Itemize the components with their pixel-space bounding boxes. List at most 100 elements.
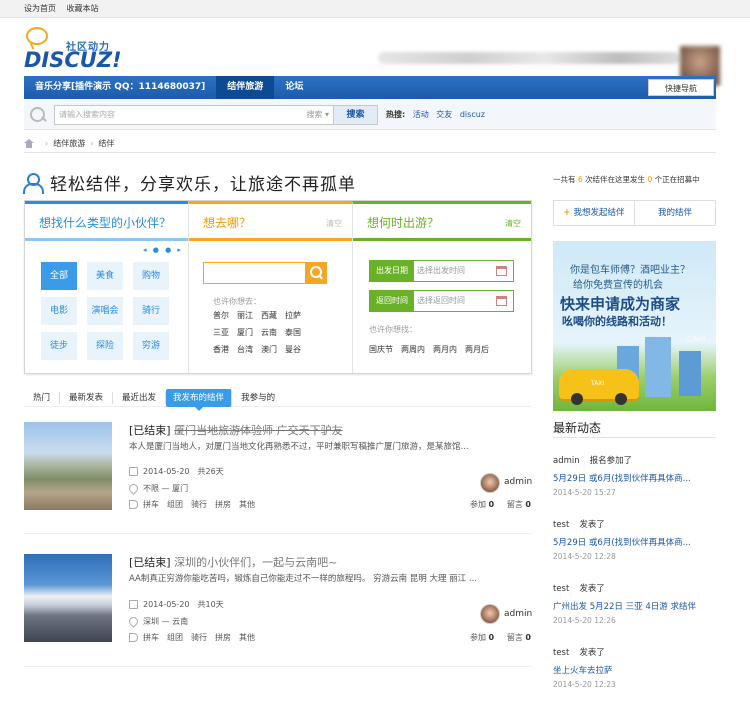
activity-link[interactable]: 坐上火车去拉萨 bbox=[553, 664, 713, 676]
post-thumbnail[interactable] bbox=[24, 422, 112, 510]
quick-nav-button[interactable]: 快捷导航 bbox=[648, 79, 723, 97]
category-budget[interactable]: 穷游 bbox=[133, 332, 169, 360]
nav-item-music[interactable]: 音乐分享[插件演示 QQ：1114680037] bbox=[24, 76, 216, 99]
destination-search-button[interactable] bbox=[305, 262, 327, 284]
maybe-where-label: 也许你想去： bbox=[213, 297, 261, 306]
place-link[interactable]: 香港 bbox=[213, 344, 237, 355]
return-date-placeholder: 选择返回时间 bbox=[417, 296, 465, 305]
category-food[interactable]: 美食 bbox=[87, 262, 123, 290]
bookmark-link[interactable]: 收藏本站 bbox=[67, 4, 99, 13]
breadcrumb-item[interactable]: 结伴旅游 bbox=[53, 138, 85, 149]
divider bbox=[24, 666, 532, 667]
search-placeholder: 请输入搜索内容 bbox=[59, 109, 115, 119]
finder-when: 想何时出游？ 清空 出发日期 选择出发时间 返回时间 选择返回时间 也许你想找：… bbox=[352, 201, 531, 373]
post-title[interactable]: [已结束] 厦门当地旅游体验师 广交天下驴友 bbox=[129, 422, 343, 438]
my-travel-button[interactable]: 我的结伴 bbox=[635, 201, 715, 225]
place-link[interactable]: 拉萨 bbox=[285, 310, 309, 321]
tab-joined[interactable]: 我参与的 bbox=[232, 392, 284, 404]
nav-item-forum[interactable]: 论坛 bbox=[274, 76, 314, 99]
finder-who-title: 想找什么类型的小伙伴？ bbox=[39, 216, 172, 230]
place-link[interactable]: 三亚 bbox=[213, 327, 237, 338]
post-author[interactable]: admin bbox=[504, 477, 532, 487]
time-link[interactable]: 国庆节 bbox=[369, 344, 393, 355]
time-link[interactable]: 两周内 bbox=[401, 344, 425, 355]
header-banner-blurred bbox=[378, 52, 680, 64]
place-link[interactable]: 台湾 bbox=[237, 344, 261, 355]
place-link[interactable]: 丽江 bbox=[237, 310, 261, 321]
hot-link[interactable]: 活动 bbox=[413, 110, 429, 119]
post-date: 2014-05-20 共26天 bbox=[129, 466, 224, 477]
clear-when-link[interactable]: 清空 bbox=[505, 218, 521, 229]
avatar[interactable] bbox=[480, 473, 500, 493]
post-counts: 参加 0 留言 0 bbox=[470, 500, 531, 509]
category-cycling[interactable]: 骑行 bbox=[133, 297, 169, 325]
start-travel-button[interactable]: + 我想发起结伴 bbox=[554, 201, 635, 225]
breadcrumb: › 结伴旅游 › 结伴 bbox=[24, 138, 114, 149]
place-link[interactable]: 西藏 bbox=[261, 310, 285, 321]
merchant-ad-banner[interactable]: 你是包车师傅？酒吧业主？ 给你免费宣传的机会 快来申请成为商家 吆喝你的线路和活… bbox=[553, 241, 716, 411]
set-home-link[interactable]: 设为首页 bbox=[24, 4, 56, 13]
category-shopping[interactable]: 购物 bbox=[133, 262, 169, 290]
ad-cbar-sign: C-BAR bbox=[687, 336, 706, 343]
place-link[interactable]: 厦门 bbox=[237, 327, 261, 338]
search-input[interactable]: 请输入搜索内容 搜索 ▾ bbox=[54, 104, 334, 125]
activity-link[interactable]: 5月29日 或6月(找到伙伴再具体商... bbox=[553, 472, 713, 484]
search-icon bbox=[26, 104, 48, 126]
ad-headline: 快来申请成为商家 bbox=[560, 295, 681, 313]
time-link[interactable]: 两月后 bbox=[465, 344, 489, 355]
post-thumbnail[interactable] bbox=[24, 554, 112, 642]
place-link[interactable]: 泰国 bbox=[285, 327, 309, 338]
place-link[interactable]: 普尔 bbox=[213, 310, 237, 321]
divider bbox=[24, 152, 716, 153]
depart-date-placeholder: 选择出发时间 bbox=[417, 266, 465, 275]
carousel-dots[interactable]: ◂ ● ● ▸ bbox=[143, 246, 183, 254]
maybe-when-label: 也许你想找： bbox=[369, 325, 417, 334]
activity-link[interactable]: 广州出发 5月22日 三亚 4日游 求结伴 bbox=[553, 600, 713, 612]
place-link[interactable]: 曼谷 bbox=[285, 344, 309, 355]
hot-searches: 热搜: 活动 交友 discuz bbox=[386, 109, 485, 120]
hot-label: 热搜: bbox=[386, 110, 406, 119]
clear-where-link[interactable]: 清空 bbox=[326, 218, 342, 229]
post-title[interactable]: [已结束] 深圳的小伙伴们，一起与云南吧~ bbox=[129, 554, 337, 570]
search-button[interactable]: 搜索 bbox=[334, 104, 378, 125]
hot-link[interactable]: 交友 bbox=[436, 110, 452, 119]
hot-link[interactable]: discuz bbox=[460, 110, 485, 119]
place-link[interactable]: 澳门 bbox=[261, 344, 285, 355]
depart-date-label: 出发日期 bbox=[370, 261, 414, 281]
destination-input[interactable] bbox=[203, 262, 307, 284]
finder-who: 想找什么类型的小伙伴？ ◂ ● ● ▸ 全部 美食 购物 电影 演唱会 骑行 徒… bbox=[25, 201, 188, 373]
location-pin-icon bbox=[127, 482, 140, 495]
category-adventure[interactable]: 探险 bbox=[87, 332, 123, 360]
category-concert[interactable]: 演唱会 bbox=[87, 297, 123, 325]
category-all[interactable]: 全部 bbox=[41, 262, 77, 290]
building-illustration bbox=[645, 337, 671, 397]
post-author[interactable]: admin bbox=[504, 609, 532, 619]
building-illustration bbox=[679, 351, 701, 396]
tab-my-posts[interactable]: 我发布的结伴 bbox=[166, 388, 233, 411]
tab-departing[interactable]: 最近出发 bbox=[113, 391, 167, 404]
place-link[interactable]: 云南 bbox=[261, 327, 285, 338]
depart-date-field[interactable]: 出发日期 选择出发时间 bbox=[369, 260, 514, 282]
activity-link[interactable]: 5月29日 或6月(找到伙伴再具体商... bbox=[553, 536, 713, 548]
post-item: [已结束] 厦门当地旅游体验师 广交天下驴友 本人是厦门当地人，对厦门当地文化再… bbox=[24, 422, 532, 522]
ad-line2: 给你免费宣传的机会 bbox=[573, 280, 663, 291]
latest-activity-title: 最新动态 bbox=[553, 421, 602, 435]
breadcrumb-item[interactable]: 结伴 bbox=[98, 138, 114, 149]
nav-item-travel[interactable]: 结伴旅游 bbox=[216, 76, 275, 99]
post-route: 深圳 — 云南 bbox=[127, 615, 188, 628]
finder-where: 想去哪？ 清空 也许你想去： 普尔 丽江 西藏 拉萨 三亚 厦门 云南 泰国 香… bbox=[188, 201, 352, 373]
top-bar: 设为首页 收藏本站 bbox=[0, 0, 750, 18]
location-pin-icon bbox=[127, 615, 140, 628]
avatar[interactable] bbox=[480, 604, 500, 624]
category-movie[interactable]: 电影 bbox=[41, 297, 77, 325]
tab-latest[interactable]: 最新发表 bbox=[60, 391, 114, 404]
home-icon[interactable] bbox=[24, 139, 34, 148]
tab-hot[interactable]: 热门 bbox=[24, 391, 61, 404]
category-hiking[interactable]: 徒步 bbox=[41, 332, 77, 360]
return-date-field[interactable]: 返回时间 选择返回时间 bbox=[369, 290, 514, 312]
search-type-select[interactable]: 搜索 ▾ bbox=[306, 106, 329, 124]
site-logo[interactable]: 社区动力 DISCUZ! bbox=[22, 24, 122, 72]
ad-subheadline: 吆喝你的线路和活动！ bbox=[562, 315, 672, 328]
sidebar-actions: + 我想发起结伴 我的结伴 bbox=[553, 200, 716, 226]
time-link[interactable]: 两月内 bbox=[433, 344, 457, 355]
